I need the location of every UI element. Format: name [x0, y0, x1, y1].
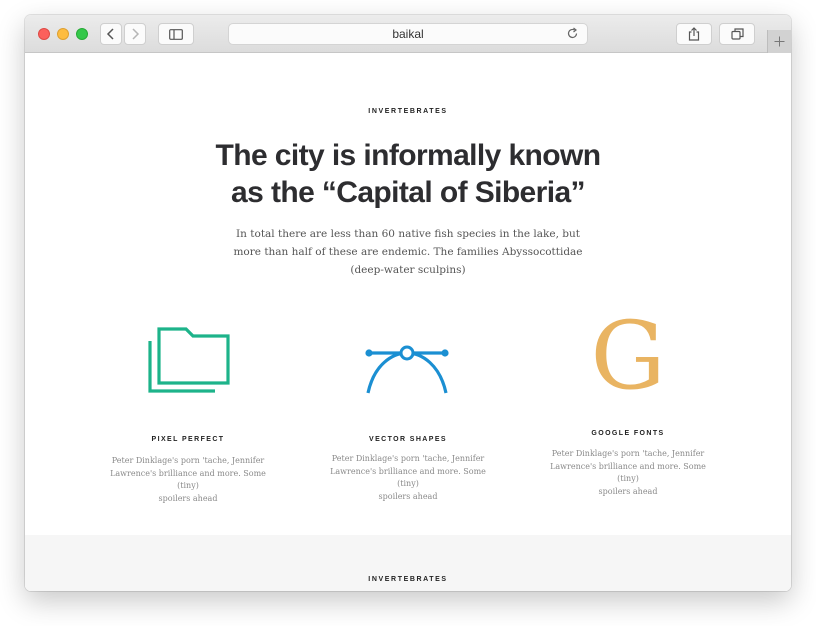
- next-section: INVERTEBRATES: [25, 535, 791, 591]
- page-content: INVERTEBRATES The city is informally kno…: [25, 53, 791, 591]
- zoom-window-button[interactable]: [76, 28, 88, 40]
- minimize-window-button[interactable]: [57, 28, 69, 40]
- feature-desc-line: spoilers ahead: [378, 491, 438, 501]
- sidebar-toggle-button[interactable]: [158, 23, 194, 45]
- lead-line-3: (deep-water sculpins): [350, 264, 466, 276]
- browser-toolbar: baikal: [25, 15, 791, 53]
- plus-icon: [774, 36, 785, 47]
- feature-desc-line: spoilers ahead: [598, 486, 658, 496]
- address-bar[interactable]: baikal: [228, 23, 588, 45]
- feature-description: Peter Dinklage's porn 'tache, Jennifer L…: [328, 453, 488, 503]
- tabs-icon: [730, 28, 744, 40]
- section-eyebrow: INVERTEBRATES: [368, 108, 448, 115]
- feature-description: Peter Dinklage's porn 'tache, Jennifer L…: [108, 455, 268, 505]
- share-icon: [688, 27, 700, 41]
- sidebar-icon: [169, 28, 183, 40]
- feature-description: Peter Dinklage's porn 'tache, Jennifer L…: [548, 448, 708, 498]
- feature-desc-line: Lawrence's brilliance and more. Some (ti…: [110, 468, 266, 491]
- reload-icon[interactable]: [566, 27, 579, 45]
- feature-title: VECTOR SHAPES: [369, 436, 447, 443]
- next-section-eyebrow: INVERTEBRATES: [368, 576, 448, 583]
- lead-paragraph: In total there are less than 60 native f…: [233, 225, 583, 279]
- close-window-button[interactable]: [38, 28, 50, 40]
- address-bar-url: baikal: [392, 27, 424, 41]
- share-button[interactable]: [676, 23, 712, 45]
- feature-title: GOOGLE FONTS: [591, 430, 665, 437]
- feature-desc-line: Peter Dinklage's porn 'tache, Jennifer: [331, 454, 485, 463]
- bezier-pen-icon: [364, 343, 450, 400]
- browser-window: baikal INVERTEBRATES The city is informa…: [25, 15, 791, 591]
- back-icon: [106, 28, 114, 40]
- folder-icon: [148, 325, 230, 398]
- feature-desc-line: Lawrence's brilliance and more. Some (ti…: [550, 461, 706, 484]
- feature-desc-line: Lawrence's brilliance and more. Some (ti…: [330, 466, 486, 489]
- google-g-icon: G: [590, 302, 666, 411]
- forward-button[interactable]: [124, 23, 146, 45]
- back-button[interactable]: [100, 23, 122, 45]
- lead-line-2: more than half of these are endemic. The…: [233, 246, 583, 258]
- show-tabs-button[interactable]: [719, 23, 755, 45]
- feature-desc-line: spoilers ahead: [158, 493, 218, 503]
- forward-icon: [132, 28, 140, 40]
- new-tab-button[interactable]: [767, 30, 791, 53]
- headline-line-1: The city is informally known: [215, 139, 602, 172]
- feature-vector-shapes: VECTOR SHAPES Peter Dinklage's porn 'tac…: [308, 303, 508, 501]
- lead-line-1: In total there are less than 60 native f…: [236, 228, 580, 240]
- feature-google-fonts: G GOOGLE FONTS Peter Dinklage's porn 'ta…: [528, 302, 728, 496]
- feature-desc-line: Peter Dinklage's porn 'tache, Jennifer: [111, 456, 265, 465]
- page-headline: The city is informally known as the “Cap…: [25, 137, 791, 211]
- feature-desc-line: Peter Dinklage's porn 'tache, Jennifer: [551, 449, 705, 458]
- feature-pixel-perfect: PIXEL PERFECT Peter Dinklage's porn 'tac…: [88, 303, 288, 503]
- feature-title: PIXEL PERFECT: [151, 436, 225, 443]
- headline-line-2: as the “Capital of Siberia”: [231, 176, 586, 209]
